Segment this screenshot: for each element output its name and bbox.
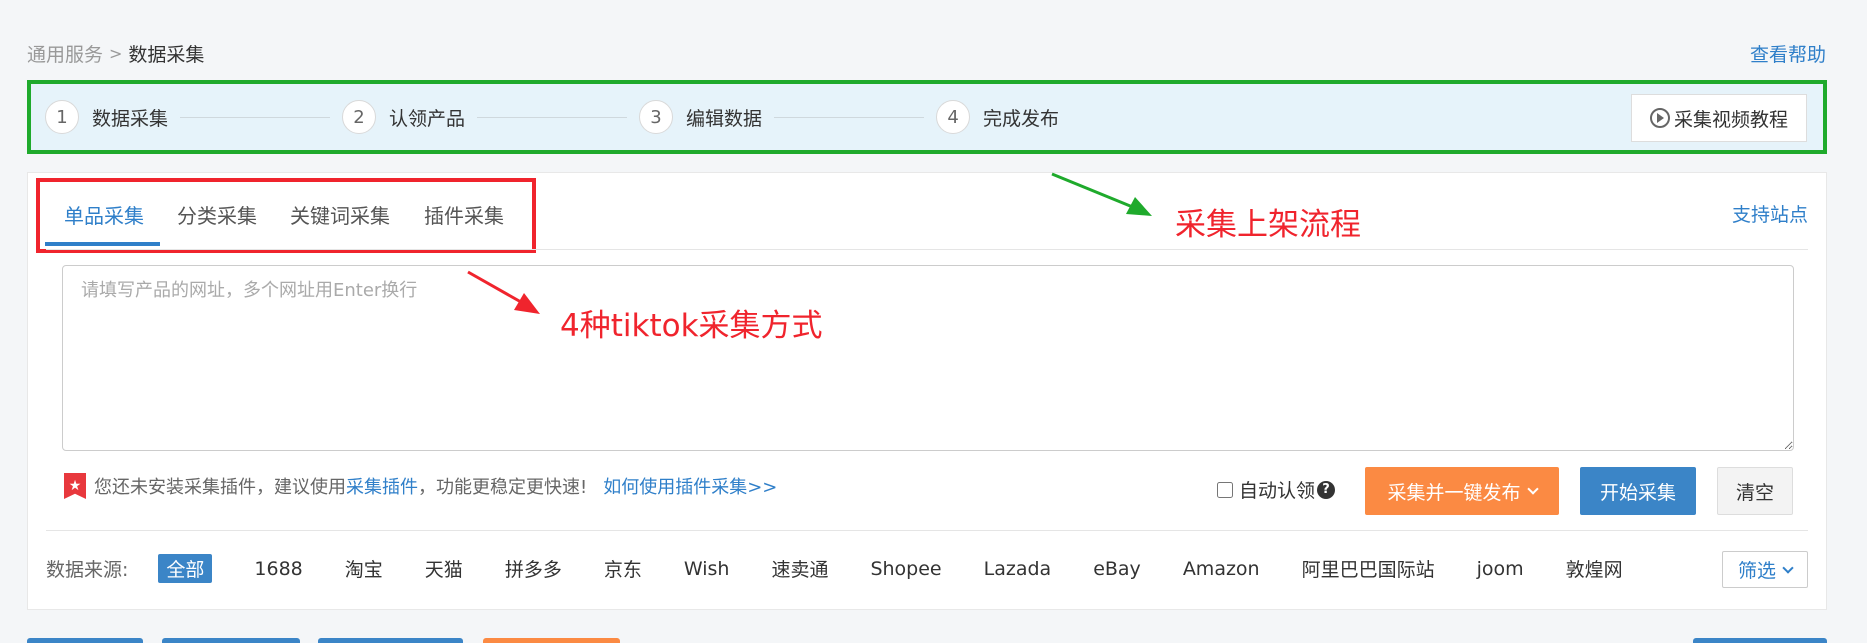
breadcrumb: 通用服务 > 数据采集: [27, 40, 204, 67]
question-icon[interactable]: ?: [1317, 480, 1336, 499]
tab-keyword[interactable]: 关键词采集: [290, 200, 390, 229]
step-number: 2: [342, 100, 377, 134]
source-item[interactable]: 京东: [604, 555, 642, 582]
help-link[interactable]: 查看帮助: [1750, 40, 1826, 67]
annotation-methods: 4种tiktok采集方式: [560, 308, 823, 344]
source-item[interactable]: 拼多多: [505, 555, 562, 582]
step-number: 4: [936, 100, 971, 134]
source-label: 数据来源:: [46, 559, 129, 581]
tab-category[interactable]: 分类采集: [177, 200, 257, 229]
tab-plugin[interactable]: 插件采集: [424, 200, 504, 229]
chevron-down-icon: [1526, 483, 1539, 495]
active-tab-indicator: [45, 242, 160, 246]
breadcrumb-current: 数据采集: [128, 44, 205, 66]
step-label: 完成发布: [983, 107, 1060, 130]
step-connector: [774, 116, 925, 118]
source-item[interactable]: 天猫: [425, 555, 463, 582]
url-input[interactable]: [62, 265, 1794, 451]
play-icon: [1649, 108, 1670, 128]
source-item[interactable]: Amazon: [1183, 558, 1260, 580]
step-label: 数据采集: [92, 107, 169, 130]
auto-claim[interactable]: 自动认领 ?: [1217, 476, 1336, 503]
video-tutorial-label: 采集视频教程: [1673, 108, 1788, 131]
collect-publish-label: 采集并一键发布: [1387, 481, 1521, 504]
tab-single-product[interactable]: 单品采集: [64, 200, 144, 229]
auto-claim-label: 自动认领: [1239, 480, 1316, 502]
step-2: 2 认领产品: [342, 100, 465, 134]
auto-claim-checkbox[interactable]: [1217, 481, 1233, 498]
source-item[interactable]: joom: [1477, 558, 1524, 580]
source-item[interactable]: 敦煌网: [1566, 555, 1623, 582]
filter-button[interactable]: 筛选: [1722, 551, 1808, 588]
bottom-button[interactable]: [483, 638, 620, 643]
source-item[interactable]: Shopee: [870, 558, 941, 580]
plugin-howto-link[interactable]: 如何使用插件采集>>: [603, 473, 777, 499]
support-sites-link[interactable]: 支持站点: [1732, 200, 1808, 227]
star-bookmark-icon: ★: [64, 473, 86, 499]
source-item[interactable]: 淘宝: [345, 555, 383, 582]
bottom-button[interactable]: [318, 638, 463, 643]
filter-label: 筛选: [1737, 560, 1776, 582]
source-item[interactable]: 速卖通: [771, 555, 828, 582]
breadcrumb-parent[interactable]: 通用服务: [27, 40, 103, 67]
plugin-notice-text: 您还未安装采集插件，建议使用: [94, 477, 346, 498]
step-1: 1 数据采集: [45, 100, 168, 134]
chevron-down-icon: [1782, 561, 1794, 574]
bottom-button[interactable]: [1693, 638, 1827, 643]
source-item[interactable]: 1688: [254, 558, 302, 580]
source-item[interactable]: Lazada: [984, 558, 1052, 580]
clear-button[interactable]: 清空: [1717, 467, 1793, 515]
start-collect-button[interactable]: 开始采集: [1580, 467, 1696, 515]
source-item[interactable]: Wish: [684, 558, 730, 580]
source-item[interactable]: 阿里巴巴国际站: [1302, 555, 1435, 582]
divider: [46, 530, 1808, 531]
step-label: 认领产品: [389, 107, 466, 130]
plugin-link[interactable]: 采集插件: [346, 473, 418, 499]
bottom-button[interactable]: [27, 638, 143, 643]
collect-publish-button[interactable]: 采集并一键发布: [1365, 467, 1559, 515]
step-label: 编辑数据: [686, 107, 763, 130]
annotation-flow: 采集上架流程: [1175, 207, 1361, 243]
collect-panel: 单品采集 分类采集 关键词采集 插件采集 支持站点 ★ 您还未安装采集插件，建议…: [27, 172, 1827, 610]
step-connector: [477, 116, 628, 118]
plugin-notice: ★ 您还未安装采集插件，建议使用 采集插件 ，功能更稳定更快速! 如何使用插件采…: [64, 473, 777, 499]
steps-bar: 1 数据采集 2 认领产品 3 编辑数据 4 完成发布 采集视频教程: [27, 80, 1827, 154]
source-item[interactable]: 全部: [158, 554, 213, 583]
bottom-button[interactable]: [162, 638, 300, 643]
step-number: 1: [45, 100, 79, 134]
source-item[interactable]: eBay: [1093, 558, 1141, 580]
plugin-notice-text-after: ，功能更稳定更快速!: [418, 477, 588, 498]
divider: [46, 249, 1808, 250]
video-tutorial-button[interactable]: 采集视频教程: [1630, 94, 1807, 142]
step-number: 3: [639, 100, 674, 134]
step-connector: [180, 116, 331, 118]
source-filter-row: 数据来源: 全部 1688 淘宝 天猫 拼多多 京东 Wish 速卖通 Shop…: [46, 554, 1665, 583]
step-3: 3 编辑数据: [639, 100, 762, 134]
chevron-right-icon: >: [109, 44, 123, 63]
step-4: 4 完成发布: [936, 100, 1059, 134]
